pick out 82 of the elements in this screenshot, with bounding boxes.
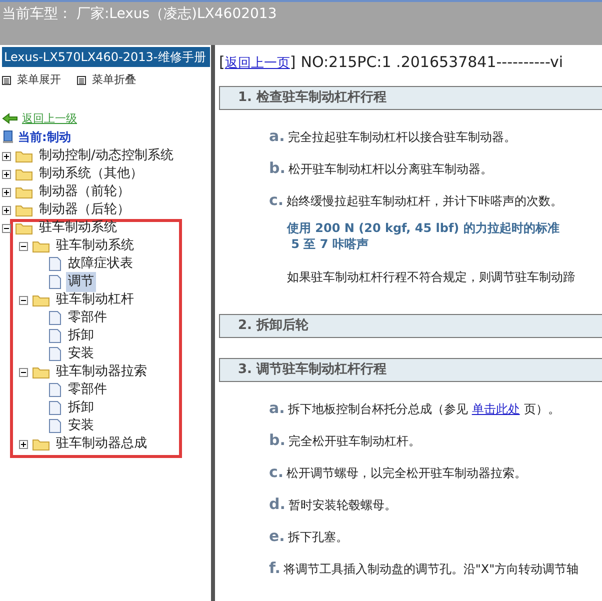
collapse-icon[interactable]: [19, 368, 28, 376]
folder-icon: [32, 437, 50, 451]
computer-icon: [2, 130, 14, 144]
folder-icon: [15, 167, 33, 181]
page-icon: [48, 274, 62, 290]
tree-item[interactable]: 故障症状表: [66, 254, 135, 274]
step-letter: b.: [269, 430, 286, 450]
folder-icon: [15, 221, 33, 235]
specification-text: 使用 200 N (20 kgf, 45 lbf) 的力拉起时的标准 5 至 7 咔嗒声: [286, 220, 560, 252]
expand-icon[interactable]: [2, 206, 11, 214]
bracket: ]: [290, 52, 296, 73]
tree-item[interactable]: 驻车制动器总成: [54, 434, 149, 454]
step-letter: b.: [269, 158, 286, 178]
expand-icon[interactable]: [19, 440, 28, 448]
folder-icon: [32, 365, 50, 379]
tree-item[interactable]: 零部件: [66, 308, 109, 328]
step-letter: e.: [269, 526, 285, 546]
step-letter: d.: [269, 494, 286, 514]
tree-item[interactable]: 驻车制动系统: [37, 218, 119, 238]
tree-item[interactable]: 制动控制/动态控制系统: [37, 146, 176, 166]
folder-icon: [15, 149, 33, 163]
tree-item[interactable]: 制动器（前轮）: [37, 182, 132, 202]
menu-icon: [77, 76, 86, 85]
menu-icon: [2, 76, 11, 85]
tree-item[interactable]: 拆卸: [66, 398, 96, 418]
step-text: 始终缓慢拉起驻车制动杠杆，并计下咔嗒声的次数。: [286, 192, 563, 210]
tree-item[interactable]: 拆卸: [66, 326, 96, 346]
manual-title: Lexus-LX570LX460-2013-维修手册: [2, 47, 210, 67]
step-text: 页）。: [524, 400, 560, 418]
tree-item[interactable]: 驻车制动器拉索: [54, 362, 149, 382]
expand-icon[interactable]: [2, 152, 11, 160]
page-icon: [48, 346, 62, 362]
step-letter: a.: [269, 398, 285, 418]
page-icon: [48, 418, 62, 434]
tree-item[interactable]: 制动器（后轮）: [37, 200, 132, 220]
page-icon: [48, 382, 62, 398]
tree-item[interactable]: 驻车制动系统: [54, 236, 136, 256]
page-icon: [48, 310, 62, 326]
tree-item[interactable]: 调节: [66, 272, 96, 292]
bracket: [: [219, 52, 225, 73]
reference-link[interactable]: 单击此处: [472, 400, 520, 418]
step-text: 完全拉起驻车制动杠杆以接合驻车制动器。: [288, 128, 516, 146]
step-letter: c.: [269, 190, 284, 210]
tree-item[interactable]: 驻车制动杠杆: [54, 290, 136, 310]
collapse-icon[interactable]: [19, 296, 28, 304]
collapse-icon[interactable]: [19, 242, 28, 250]
step-text: 拆下地板控制台杯托分总成（参见: [288, 400, 468, 418]
current-location: 当前:制动: [18, 129, 71, 146]
collapse-icon[interactable]: [2, 224, 11, 232]
tree-item[interactable]: 制动系统（其他）: [37, 164, 145, 184]
step-text: 拆下孔塞。: [288, 528, 348, 546]
folder-icon: [32, 293, 50, 307]
back-link[interactable]: 返回上一页: [224, 54, 290, 74]
tree-item[interactable]: 零部件: [66, 380, 109, 400]
step-letter: c.: [269, 462, 284, 482]
folder-icon: [15, 185, 33, 199]
left-arrow-icon: [2, 113, 18, 124]
step-text: 松开驻车制动杠杆以分离驻车制动器。: [288, 160, 492, 178]
page-icon: [48, 256, 62, 272]
section-header: 3. 调节驻车制动杠杆行程: [219, 358, 602, 382]
step-text: 暂时安装轮毂螺母。: [288, 496, 396, 514]
menu-link[interactable]: 菜单展开: [17, 72, 61, 88]
folder-icon: [32, 239, 50, 253]
step-text: 将调节工具插入制动盘的调节孔。沿"X"方向转动调节轴: [283, 560, 579, 578]
note-text: 如果驻车制动杠杆行程不符合规定，则调节驻车制动蹄: [286, 268, 576, 286]
menu-link[interactable]: 菜单折叠: [92, 72, 136, 88]
expand-icon[interactable]: [2, 170, 11, 178]
tree-item[interactable]: 安装: [66, 344, 96, 364]
document-id: NO:215PC:1 .2016537841----------vi: [300, 52, 564, 73]
folder-icon: [15, 203, 33, 217]
step-letter: a.: [269, 126, 285, 146]
step-text: 完全松开驻车制动杠杆。: [288, 432, 420, 450]
section-header: 1. 检查驻车制动杠杆行程: [219, 86, 602, 110]
step-text: 松开调节螺母，以完全松开驻车制动器拉索。: [286, 464, 527, 482]
tree-item[interactable]: 安装: [66, 416, 96, 436]
window-title: 当前车型： 厂家:Lexus（凌志)LX4602013: [2, 6, 277, 22]
page-icon: [48, 400, 62, 416]
expand-icon[interactable]: [2, 188, 11, 196]
step-letter: f.: [269, 558, 280, 578]
back-link[interactable]: 返回上一级: [22, 110, 77, 127]
section-header: 2. 拆卸后轮: [219, 314, 602, 338]
page-icon: [48, 328, 62, 344]
